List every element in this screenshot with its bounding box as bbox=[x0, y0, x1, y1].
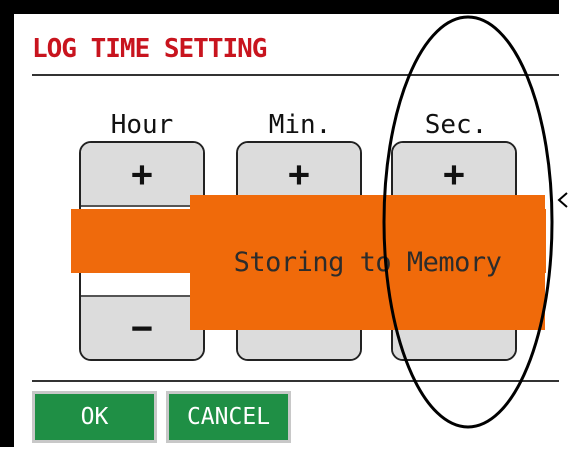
hour-label: Hour bbox=[110, 110, 174, 140]
annotation-ellipse bbox=[382, 15, 554, 429]
ok-button[interactable]: OK bbox=[32, 391, 157, 443]
arrow-icon bbox=[557, 192, 568, 208]
hour-minus-button[interactable]: − bbox=[81, 295, 203, 359]
cancel-button[interactable]: CANCEL bbox=[166, 391, 291, 443]
page-title: LOG TIME SETTING bbox=[32, 34, 267, 64]
minute-label: Min. bbox=[268, 110, 332, 140]
hour-plus-button[interactable]: + bbox=[81, 143, 203, 207]
